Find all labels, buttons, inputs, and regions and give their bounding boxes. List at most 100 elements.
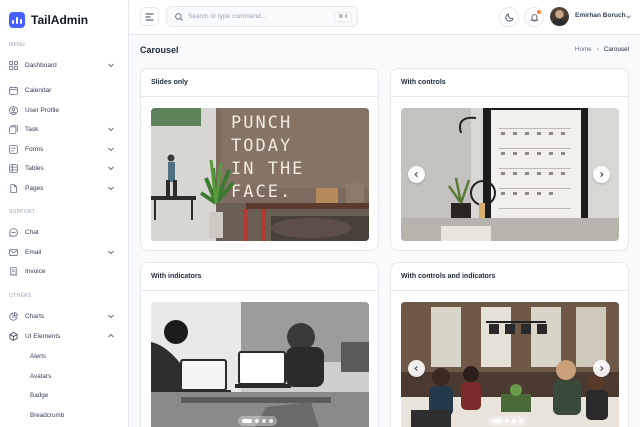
sidebar: TailAdmin MENU Dashboard Calendar User P… [0,0,129,427]
breadcrumb: Home › Carousel [575,46,629,53]
breadcrumb-separator: › [596,46,599,53]
carousel-next-button[interactable] [593,360,610,377]
search-placeholder: Search or type command... [188,13,267,20]
carousel-indicators [488,416,527,426]
carousel-card-with-controls: With controls [390,68,629,251]
sidebar-item-user-profile[interactable]: User Profile [9,102,119,118]
carousel-card-with-controls-and-indicators: With controls and indicators [390,262,629,427]
sidebar-toggle-button[interactable] [140,7,159,26]
card-title: With controls [401,79,446,86]
carousel-indicator[interactable] [242,419,252,423]
search-icon [175,13,183,21]
carousel-slide-image: PUNCH TODAY IN THE FACE. [151,108,369,241]
sidebar-item-tables[interactable]: Tables [9,160,119,176]
carousel-prev-button[interactable] [408,166,425,183]
carousel-indicator[interactable] [519,419,523,423]
pie-chart-icon [9,311,18,321]
page-title: Carousel [140,45,179,55]
chat-icon [9,227,18,237]
user-name[interactable]: Emirhan Boruch [575,12,626,19]
svg-text:FACE.: FACE. [231,182,292,202]
section-title-support: SUPPORT [9,209,36,215]
notification-dot [537,10,541,14]
chevron-up-icon [108,333,114,338]
moon-icon [504,12,514,22]
sidebar-subitem-alerts[interactable]: Alerts [30,353,46,360]
app-name: TailAdmin [31,13,89,27]
chevron-down-icon[interactable] [625,13,632,20]
grid-icon [9,60,18,70]
carousel-next-button[interactable] [593,166,610,183]
sidebar-item-label: UI Elements [25,332,61,340]
chevron-down-icon [108,186,114,191]
sidebar-item-label: Calendar [25,86,52,94]
card-divider [391,290,628,291]
app-logo[interactable]: TailAdmin [9,12,88,28]
sidebar-item-invoice[interactable]: Invoice [9,263,119,279]
sidebar-item-label: Charts [25,312,45,320]
sidebar-item-dashboard[interactable]: Dashboard [9,57,119,73]
sidebar-subitem-badge[interactable]: Badge [30,392,48,399]
chevron-down-icon [108,147,114,152]
chevron-down-icon [108,166,114,171]
sidebar-item-charts[interactable]: Charts [9,308,119,324]
top-header: Search or type command... ⌘ K Emirhan Bo… [129,0,640,35]
search-input[interactable]: Search or type command... ⌘ K [166,6,358,27]
card-title: With controls and indicators [401,273,496,280]
sidebar-subitem-breadcrumb[interactable]: Breadcrumb [30,412,64,419]
carousel-indicator[interactable] [505,419,509,423]
carousel-slide-image [151,302,369,427]
chevron-down-icon [108,63,114,68]
notifications-button[interactable] [524,7,544,27]
svg-text:TODAY: TODAY [231,136,292,156]
task-icon [9,124,18,134]
carousel-indicator[interactable] [269,419,273,423]
card-divider [391,96,628,97]
sidebar-item-pages[interactable]: Pages [9,180,119,196]
sidebar-item-label: Email [25,248,42,256]
sidebar-item-chat[interactable]: Chat [9,224,119,240]
carousel-indicator[interactable] [492,419,502,423]
carousel-card-with-indicators: With indicators [140,262,379,427]
pages-icon [10,183,17,193]
box-icon [9,331,18,341]
search-shortcut-badge: ⌘ K [334,12,352,22]
sidebar-item-email[interactable]: Email [9,244,119,260]
carousel-indicators [238,416,277,426]
sidebar-item-forms[interactable]: Forms [9,141,119,157]
svg-text:PUNCH: PUNCH [231,113,292,133]
carousel-card-slides-only: Slides only PUNCH TODAY IN THE FACE. [140,68,379,251]
carousel-indicator[interactable] [512,419,516,423]
card-title: Slides only [151,79,188,86]
theme-toggle-button[interactable] [499,7,519,27]
sidebar-subitem-avatars[interactable]: Avatars [30,373,51,380]
chevron-left-icon [414,365,418,372]
sidebar-item-label: Dashboard [25,61,57,69]
chevron-left-icon [414,171,418,178]
forms-icon [9,144,18,154]
carousel-indicator[interactable] [255,419,259,423]
breadcrumb-home-link[interactable]: Home [575,46,592,53]
sidebar-item-label: Tables [25,164,44,172]
sidebar-item-calendar[interactable]: Calendar [9,82,119,98]
sidebar-item-task[interactable]: Task [9,121,119,137]
sidebar-item-label: Chat [25,228,39,236]
invoice-icon [10,266,17,276]
breadcrumb-current: Carousel [603,46,629,53]
chevron-down-icon [108,127,114,132]
mail-icon [9,248,18,256]
carousel-slide-image [401,108,619,241]
sidebar-item-label: Invoice [25,267,46,275]
chevron-right-icon [600,365,604,372]
carousel-indicator[interactable] [262,419,266,423]
avatar[interactable] [550,7,569,26]
bell-icon [529,13,539,22]
sidebar-item-ui-elements[interactable]: UI Elements [9,328,119,344]
sidebar-item-label: Task [25,125,39,133]
carousel-prev-button[interactable] [408,360,425,377]
logo-icon [9,12,25,28]
sidebar-item-label: Forms [25,145,44,153]
menu-icon [145,13,154,20]
user-circle-icon [9,105,18,115]
section-title-others: OTHERS [9,293,32,299]
